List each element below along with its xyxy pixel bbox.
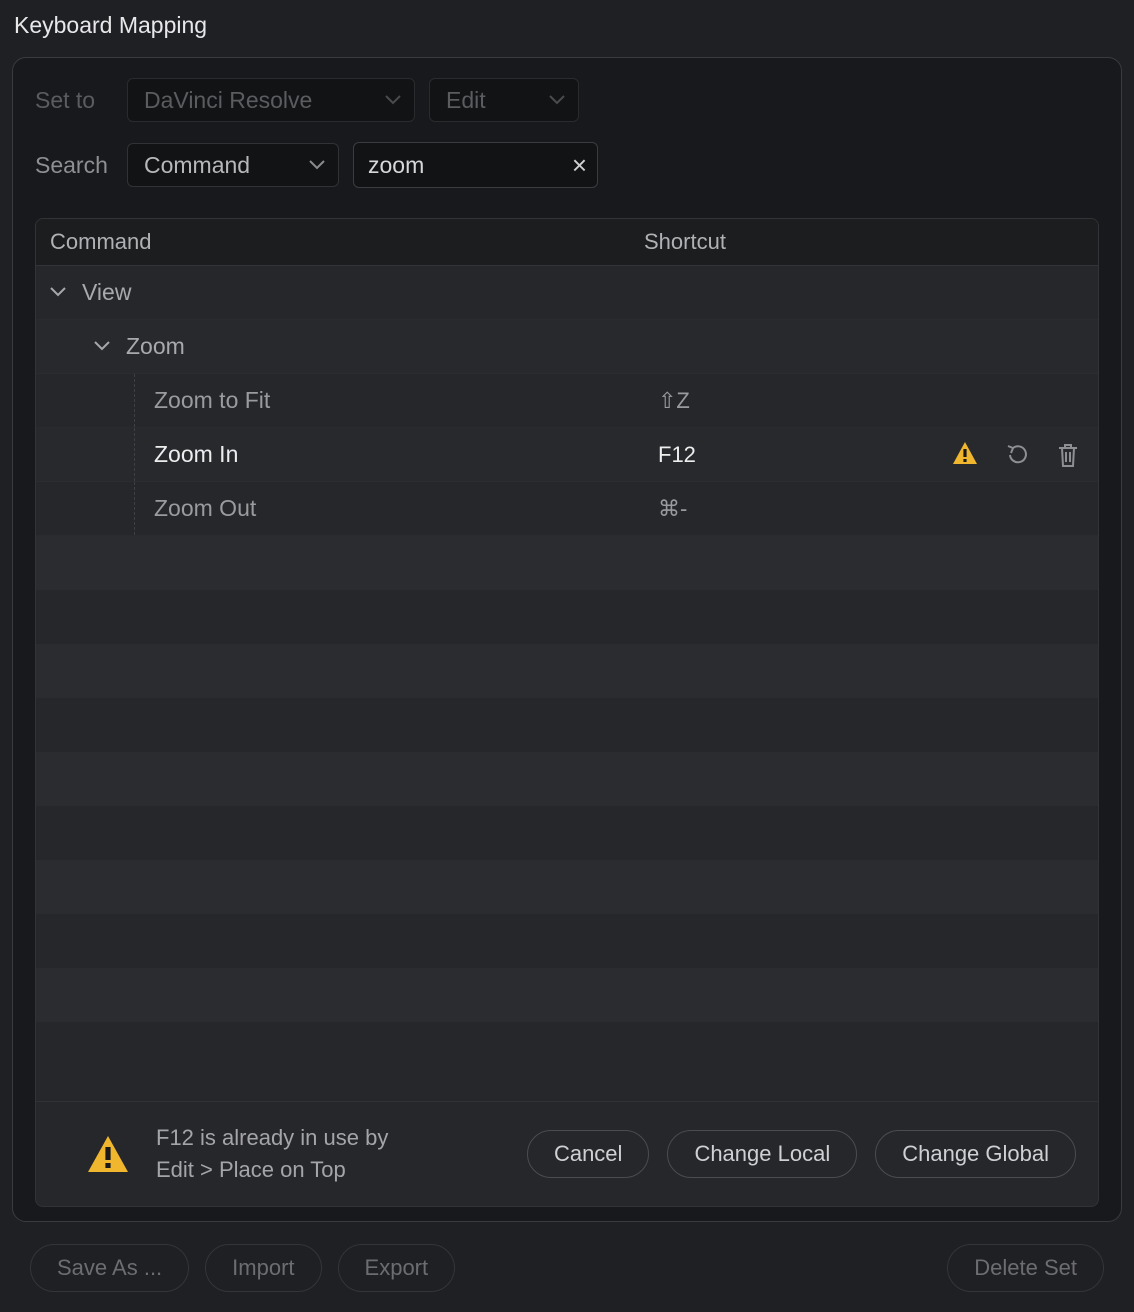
- command-table: Command Shortcut View: [35, 218, 1099, 1207]
- command-label: Zoom to Fit: [36, 387, 658, 414]
- tree-group-view[interactable]: View: [36, 266, 1098, 320]
- window-title: Keyboard Mapping: [0, 0, 1134, 53]
- conflict-footer: F12 is already in use by Edit > Place on…: [36, 1101, 1098, 1206]
- shortcut-value: F12: [658, 442, 868, 468]
- save-as-button[interactable]: Save As ...: [30, 1244, 189, 1292]
- conflict-message: F12 is already in use by Edit > Place on…: [156, 1122, 388, 1186]
- chevron-down-icon: [308, 159, 326, 171]
- keyboard-mapping-panel: Set to DaVinci Resolve Edit Search: [12, 57, 1122, 1222]
- search-input[interactable]: zoom ×: [353, 142, 598, 188]
- change-local-button[interactable]: Change Local: [667, 1130, 857, 1178]
- empty-rows: [36, 536, 1098, 1076]
- search-mode-value: Command: [144, 152, 250, 179]
- tree-group-zoom[interactable]: Zoom: [36, 320, 1098, 374]
- chevron-down-icon: [50, 287, 66, 298]
- warning-icon: [952, 441, 980, 469]
- trash-icon[interactable]: [1056, 441, 1080, 469]
- column-command-header: Command: [50, 229, 644, 255]
- delete-set-button[interactable]: Delete Set: [947, 1244, 1104, 1292]
- export-button[interactable]: Export: [338, 1244, 456, 1292]
- chevron-down-icon: [94, 341, 110, 352]
- table-row-selected[interactable]: Zoom In F12: [36, 428, 1098, 482]
- warning-icon: [84, 1133, 132, 1175]
- chevron-down-icon: [548, 94, 566, 106]
- column-shortcut-header: Shortcut: [644, 229, 1084, 255]
- context-dropdown-value: Edit: [446, 87, 486, 114]
- search-label: Search: [35, 152, 113, 179]
- shortcut-value: ⇧Z: [658, 388, 868, 414]
- context-dropdown[interactable]: Edit: [429, 78, 579, 122]
- cancel-button[interactable]: Cancel: [527, 1130, 649, 1178]
- set-to-label: Set to: [35, 87, 113, 114]
- change-global-button[interactable]: Change Global: [875, 1130, 1076, 1178]
- table-row[interactable]: Zoom to Fit ⇧Z: [36, 374, 1098, 428]
- revert-icon[interactable]: [1004, 441, 1032, 469]
- search-input-value: zoom: [368, 152, 572, 179]
- command-label: Zoom Out: [36, 495, 658, 522]
- chevron-down-icon: [384, 94, 402, 106]
- command-label: Zoom In: [36, 441, 658, 468]
- tree-group-label: Zoom: [126, 333, 185, 360]
- import-button[interactable]: Import: [205, 1244, 321, 1292]
- table-row[interactable]: Zoom Out ⌘-: [36, 482, 1098, 536]
- clear-icon[interactable]: ×: [572, 152, 587, 178]
- preset-dropdown-value: DaVinci Resolve: [144, 87, 312, 114]
- preset-dropdown[interactable]: DaVinci Resolve: [127, 78, 415, 122]
- tree-group-label: View: [82, 279, 131, 306]
- search-mode-dropdown[interactable]: Command: [127, 143, 339, 187]
- shortcut-value: ⌘-: [658, 496, 868, 522]
